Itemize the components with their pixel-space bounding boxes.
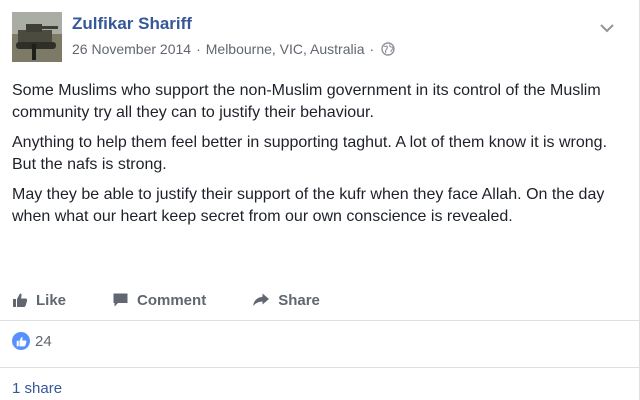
post-paragraph: Some Muslims who support the non-Muslim …: [12, 82, 601, 121]
post-paragraph: Anything to help them feel better in sup…: [12, 134, 608, 173]
reactions-summary[interactable]: 24: [12, 332, 52, 350]
comment-button[interactable]: Comment: [112, 292, 206, 309]
globe-icon[interactable]: [381, 42, 395, 56]
thumbs-up-icon: [13, 293, 28, 307]
share-label: Share: [278, 291, 320, 309]
post-paragraph: May they be able to justify their suppor…: [12, 186, 605, 225]
like-button[interactable]: Like: [12, 292, 66, 309]
share-icon: [253, 293, 270, 306]
thumbs-up-icon: [12, 332, 30, 350]
comment-label: Comment: [137, 291, 207, 309]
meta-separator: ·: [196, 41, 201, 57]
divider: [0, 367, 640, 368]
like-label: Like: [36, 291, 67, 309]
share-button[interactable]: Share: [252, 292, 320, 309]
comment-icon: [113, 293, 128, 307]
post-date[interactable]: 26 November 2014: [72, 41, 191, 57]
post-location[interactable]: Melbourne, VIC, Australia: [206, 41, 365, 57]
author-name[interactable]: Zulfikar Shariff: [72, 14, 192, 34]
shares-count[interactable]: 1 share: [12, 380, 62, 397]
chevron-down-icon[interactable]: [600, 20, 614, 33]
post-body: Some Muslims who support the non-Muslim …: [12, 80, 624, 236]
avatar[interactable]: [12, 12, 62, 62]
action-bar: Like Comment Share: [12, 283, 628, 317]
likes-count: 24: [35, 332, 52, 350]
divider: [0, 320, 640, 321]
meta-separator: ·: [369, 41, 375, 57]
post-header: Zulfikar Shariff 26 November 2014 · Melb…: [12, 12, 628, 70]
post-card: Zulfikar Shariff 26 November 2014 · Melb…: [0, 0, 640, 400]
post-meta: 26 November 2014 · Melbourne, VIC, Austr…: [72, 41, 395, 57]
